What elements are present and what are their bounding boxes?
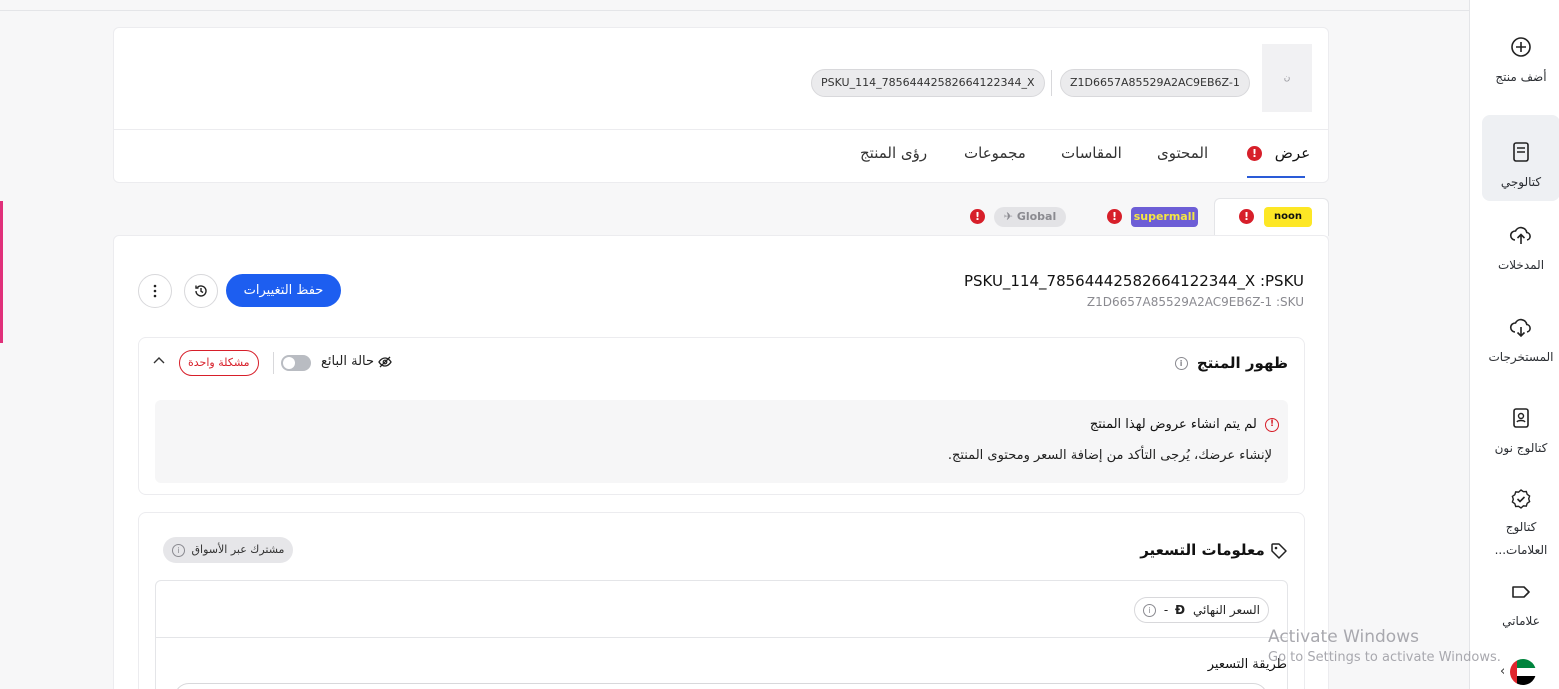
badge-check-icon (1511, 489, 1531, 509)
info-icon: i (1143, 604, 1157, 617)
info-icon: i (1174, 357, 1188, 370)
tab-offer[interactable]: عرض ! (1247, 144, 1310, 162)
pricing-method-label: طريقة التسعير (1207, 657, 1287, 672)
history-icon (195, 285, 207, 297)
top-divider (0, 10, 1469, 11)
uae-flag-icon[interactable] (1510, 659, 1536, 685)
alert-circle-icon: ! (1265, 417, 1279, 432)
final-price-chip: السعر النهائي Đ - i (1134, 597, 1269, 623)
sidebar-item-label: كتالوج نون (1494, 441, 1548, 455)
offer-card: PSKU_114_78564442582664122344_X :PSKU Z1… (113, 235, 1329, 689)
eye-off-icon (374, 354, 392, 369)
sidebar: أضف منتج كتالوجي المدخلات المستخرجات كتا… (1469, 0, 1559, 689)
pricing-method-box: طريقة التسعير (155, 637, 1288, 689)
sidebar-item-my-brands[interactable]: علاماتي (1482, 558, 1559, 638)
visibility-title-text: ظهور المنتج (1196, 354, 1288, 372)
error-icon: ! (1107, 209, 1122, 224)
globe-plane-icon: ✈ (1003, 210, 1013, 223)
error-icon: ! (1239, 209, 1254, 224)
sidebar-item-add-product[interactable]: أضف منتج (1482, 10, 1559, 96)
tab-groups[interactable]: مجموعات (964, 144, 1026, 162)
chevron-left-icon[interactable]: ‹ (1500, 664, 1505, 679)
sidebar-item-uploads[interactable]: المدخلات (1482, 198, 1559, 284)
global-label: Global (1016, 210, 1057, 223)
tab-sizes[interactable]: المقاسات (1061, 144, 1122, 162)
final-price-value: - (1163, 603, 1169, 617)
tag-icon (1265, 541, 1288, 559)
active-tab-indicator (1247, 176, 1305, 178)
tag-icon (1512, 586, 1530, 598)
product-visibility-section: ظهور المنتج i حالة البائع مشكلة واحدة ! … (138, 337, 1305, 495)
marketplace-tab-global[interactable]: ✈ Global (994, 207, 1066, 227)
product-header-card: ن Z1D6657A85529A2AC9EB6Z-1 PSKU_114_7856… (113, 27, 1329, 183)
tab-label: عرض (1274, 144, 1311, 162)
cloud-upload-icon (1509, 226, 1531, 244)
sidebar-item-label: كتالوج العلامات... (1494, 520, 1548, 557)
chip-divider (1051, 70, 1052, 96)
seller-status-label: حالة البائع (321, 354, 375, 369)
more-vertical-icon (153, 284, 157, 298)
shared-across-markets-chip: مشترك عبر الأسواق i (163, 537, 294, 563)
seller-status: حالة البائع (321, 354, 392, 369)
product-thumbnail: ن (1262, 44, 1312, 112)
tab-content[interactable]: المحتوى (1157, 144, 1208, 162)
notice-title-text: لم يتم انشاء عروض لهذا المنتج (1089, 417, 1257, 432)
chevron-up-icon[interactable] (153, 352, 165, 368)
error-icon: ! (1247, 146, 1262, 161)
divider (273, 352, 274, 374)
sidebar-item-noon-catalog[interactable]: كتالوج نون (1482, 381, 1559, 467)
error-icon: ! (970, 209, 985, 224)
seller-status-toggle[interactable] (281, 355, 311, 371)
save-changes-button[interactable]: حفظ التغييرات (226, 274, 341, 307)
side-accent-bar (0, 201, 3, 343)
issue-count-badge[interactable]: مشكلة واحدة (179, 350, 259, 376)
book-icon (1513, 142, 1529, 162)
psku-chip: PSKU_114_78564442582664122344_X (811, 69, 1045, 97)
pricing-title: معلومات التسعير (1140, 541, 1288, 560)
shared-chip-label: مشترك عبر الأسواق (191, 543, 285, 556)
sidebar-item-brand-catalog[interactable]: كتالوج العلامات... (1482, 462, 1559, 557)
psku-title: PSKU_114_78564442582664122344_X :PSKU (963, 272, 1304, 290)
sidebar-item-label: علاماتي (1502, 614, 1540, 628)
plus-circle-icon (1511, 37, 1531, 57)
history-button[interactable] (184, 274, 218, 308)
pricing-method-select[interactable] (174, 683, 1268, 689)
sku-chip: Z1D6657A85529A2AC9EB6Z-1 (1060, 69, 1250, 97)
currency-symbol: Đ (1175, 603, 1186, 617)
sidebar-item-label: المستخرجات (1488, 350, 1554, 364)
sidebar-item-label: المدخلات (1497, 258, 1545, 272)
book-user-icon (1513, 408, 1529, 428)
pricing-section: معلومات التسعير مشترك عبر الأسواق i السع… (138, 512, 1305, 689)
sidebar-item-exports[interactable]: المستخرجات (1482, 290, 1559, 376)
marketplace-tab-supermall[interactable]: supermall (1131, 207, 1198, 227)
noon-logo: noon (1264, 207, 1312, 227)
tab-product-insights[interactable]: رؤى المنتج (860, 144, 927, 162)
pricing-title-text: معلومات التسعير (1140, 541, 1265, 559)
notice-title: ! لم يتم انشاء عروض لهذا المنتج (1090, 417, 1279, 432)
no-offers-notice: ! لم يتم انشاء عروض لهذا المنتج لإنشاء ع… (155, 400, 1288, 483)
more-options-button[interactable] (138, 274, 172, 308)
product-tabs: عرض ! المحتوى المقاسات مجموعات رؤى المنت… (114, 130, 1328, 182)
sku-subtitle: Z1D6657A85529A2AC9EB6Z-1 :SKU (1086, 295, 1304, 309)
info-icon: i (172, 543, 185, 557)
sidebar-item-label: أضف منتج (1495, 70, 1547, 84)
final-price-box: السعر النهائي Đ - i (155, 580, 1288, 638)
sidebar-item-my-catalog[interactable]: كتالوجي (1482, 115, 1559, 201)
sidebar-item-label: كتالوجي (1500, 175, 1542, 189)
notice-body: لإنشاء عرضك، يُرجى التأكد من إضافة السعر… (947, 448, 1272, 463)
final-price-label: السعر النهائي (1192, 603, 1260, 617)
cloud-download-icon (1509, 318, 1531, 338)
visibility-title: ظهور المنتج i (1174, 354, 1288, 372)
